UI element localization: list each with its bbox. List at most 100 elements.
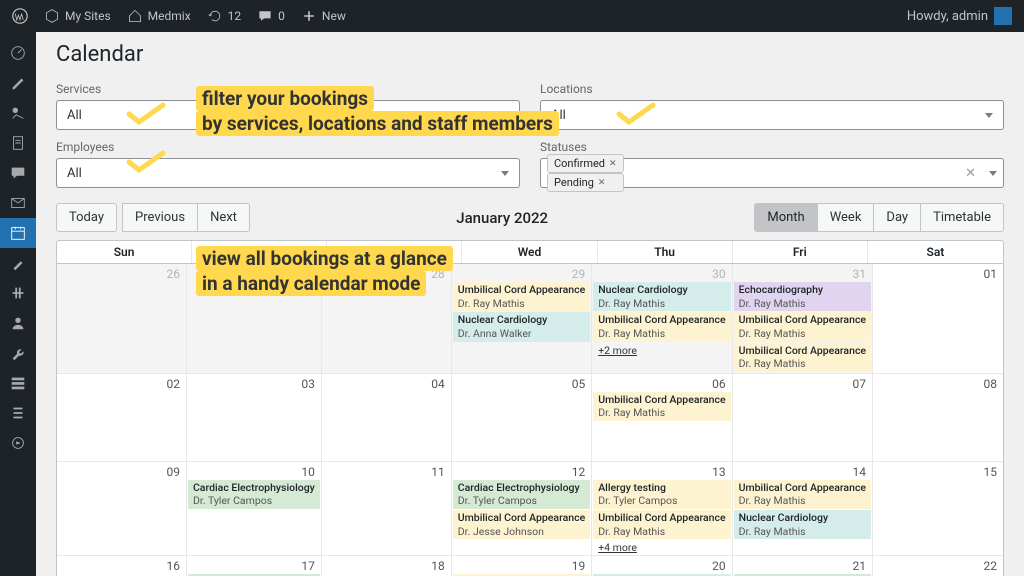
calendar-event[interactable]: Allergy testingDr. Tyler Campos	[593, 480, 730, 509]
my-sites-link[interactable]: My Sites	[44, 8, 111, 24]
calendar-cell[interactable]: 18	[322, 556, 452, 576]
calendar-cell[interactable]: 09	[57, 462, 187, 557]
day-header: Thu	[598, 241, 733, 263]
calendar-cell[interactable]: 13Allergy testingDr. Tyler CamposUmbilic…	[592, 462, 732, 557]
side-tools[interactable]	[0, 338, 36, 368]
side-media[interactable]	[0, 98, 36, 128]
calendar-cell[interactable]: 28	[322, 264, 452, 374]
employees-select[interactable]: All	[56, 158, 520, 188]
chevron-down-icon	[985, 113, 993, 118]
calendar-cell[interactable]: 02	[57, 374, 187, 462]
day-number: 01	[984, 267, 998, 281]
calendar-cell[interactable]: 08	[873, 374, 1003, 462]
day-header: Fri	[733, 241, 868, 263]
calendar-cell[interactable]: 21Cardiac ElectrophysiologyDr. Ray Mathi…	[733, 556, 873, 576]
calendar-event[interactable]: Umbilical Cord AppearanceDr. Ray Mathis	[453, 282, 590, 311]
timetable-view-button[interactable]: Timetable	[920, 203, 1004, 232]
calendar-event[interactable]: Umbilical Cord AppearanceDr. Ray Mathis	[734, 480, 871, 509]
day-number: 08	[984, 377, 998, 391]
calendar-event[interactable]: Umbilical Cord AppearanceDr. Ray Mathis	[734, 343, 871, 372]
statuses-label: Statuses	[540, 140, 1004, 154]
calendar-event[interactable]: Nuclear CardiologyDr. Anna Walker	[453, 312, 590, 341]
side-pages[interactable]	[0, 128, 36, 158]
next-button[interactable]: Next	[197, 203, 250, 232]
wp-logo[interactable]	[12, 8, 28, 24]
side-plugins[interactable]	[0, 278, 36, 308]
side-comments[interactable]	[0, 158, 36, 188]
calendar-cell[interactable]: 19Umbilical Cord AppearanceDr. Ray Mathi…	[452, 556, 592, 576]
calendar-cell[interactable]: 27	[187, 264, 322, 374]
side-calendar[interactable]	[0, 218, 36, 248]
calendar-cell[interactable]: 29Umbilical Cord AppearanceDr. Ray Mathi…	[452, 264, 592, 374]
calendar-event[interactable]: Umbilical Cord AppearanceDr. Ray Mathis	[734, 312, 871, 341]
day-view-button[interactable]: Day	[873, 203, 921, 232]
today-button[interactable]: Today	[56, 203, 117, 232]
calendar-cell[interactable]: 10Cardiac ElectrophysiologyDr. Tyler Cam…	[187, 462, 322, 557]
side-settings[interactable]	[0, 368, 36, 398]
day-number: 04	[431, 377, 445, 391]
howdy-user[interactable]: Howdy, admin	[907, 7, 1012, 25]
week-view-button[interactable]: Week	[817, 203, 875, 232]
day-number: 26	[166, 267, 180, 281]
more-events-link[interactable]: +4 more	[593, 540, 730, 555]
calendar-cell[interactable]: 11	[322, 462, 452, 557]
calendar-cell[interactable]: 20Nuclear CardiologyDr. Anna Walker	[592, 556, 732, 576]
side-misc1[interactable]	[0, 398, 36, 428]
calendar-cell[interactable]: 31EchocardiographyDr. Ray MathisUmbilica…	[733, 264, 873, 374]
comments-link[interactable]: 0	[257, 8, 285, 24]
site-name-link[interactable]: Medmix	[127, 8, 191, 24]
statuses-select[interactable]: Confirmed ✕Pending ✕ ✕	[540, 158, 1004, 188]
side-users[interactable]	[0, 308, 36, 338]
calendar-cell[interactable]: 04	[322, 374, 452, 462]
day-number: 06	[712, 377, 726, 391]
refresh-link[interactable]: 12	[207, 8, 242, 24]
calendar-event[interactable]: Cardiac ElectrophysiologyDr. Tyler Campo…	[188, 480, 320, 509]
calendar-cell[interactable]: 15	[873, 462, 1003, 557]
calendar-cell[interactable]: 01	[873, 264, 1003, 374]
calendar-cell[interactable]: 14Umbilical Cord AppearanceDr. Ray Mathi…	[733, 462, 873, 557]
calendar-cell[interactable]: 05	[452, 374, 592, 462]
day-number: 13	[712, 465, 726, 479]
new-link[interactable]: New	[301, 8, 346, 24]
calendar-cell[interactable]: 16	[57, 556, 187, 576]
calendar-cell[interactable]: 17Cardiac ElectrophysiologyDr. Ray Mathi…	[187, 556, 322, 576]
more-events-link[interactable]: +2 more	[593, 343, 730, 358]
day-header: Mon	[192, 241, 327, 263]
calendar-event[interactable]: Umbilical Cord AppearanceDr. Ray Mathis	[593, 312, 730, 341]
tag-remove-icon[interactable]: ✕	[598, 178, 606, 188]
clear-icon[interactable]: ✕	[965, 166, 976, 181]
status-tag[interactable]: Confirmed ✕	[547, 154, 624, 173]
calendar-cell[interactable]: 12Cardiac ElectrophysiologyDr. Tyler Cam…	[452, 462, 592, 557]
calendar-cell[interactable]: 03	[187, 374, 322, 462]
services-label: Services	[56, 82, 520, 96]
calendar-event[interactable]: Cardiac ElectrophysiologyDr. Tyler Campo…	[453, 480, 590, 509]
calendar-event[interactable]: Umbilical Cord AppearanceDr. Jesse Johns…	[453, 510, 590, 539]
calendar-event[interactable]: EchocardiographyDr. Ray Mathis	[734, 282, 871, 311]
calendar-cell[interactable]: 06Umbilical Cord AppearanceDr. Ray Mathi…	[592, 374, 732, 462]
side-posts[interactable]	[0, 68, 36, 98]
tag-remove-icon[interactable]: ✕	[609, 159, 617, 169]
calendar-event[interactable]: Umbilical Cord AppearanceDr. Ray Mathis	[593, 392, 730, 421]
calendar-cell[interactable]: 30Nuclear CardiologyDr. Ray MathisUmbili…	[592, 264, 732, 374]
calendar-cell[interactable]: 22	[873, 556, 1003, 576]
services-select[interactable]: All	[56, 100, 520, 130]
side-misc2[interactable]	[0, 428, 36, 458]
calendar-cell[interactable]: 07	[733, 374, 873, 462]
month-view-button[interactable]: Month	[754, 203, 817, 232]
day-number: 03	[301, 377, 315, 391]
prev-button[interactable]: Previous	[122, 203, 198, 232]
employees-label: Employees	[56, 140, 520, 154]
calendar-event[interactable]: Nuclear CardiologyDr. Ray Mathis	[734, 510, 871, 539]
day-number: 15	[984, 465, 998, 479]
side-appearance[interactable]	[0, 248, 36, 278]
calendar-event[interactable]: Umbilical Cord AppearanceDr. Ray Mathis	[593, 510, 730, 539]
day-number: 09	[166, 465, 180, 479]
status-tag[interactable]: Pending ✕	[547, 173, 624, 192]
locations-select[interactable]: All	[540, 100, 1004, 130]
calendar-cell[interactable]: 26	[57, 264, 187, 374]
calendar-event[interactable]: Nuclear CardiologyDr. Ray Mathis	[593, 282, 730, 311]
side-mail[interactable]	[0, 188, 36, 218]
day-header: Wed	[462, 241, 597, 263]
page-title: Calendar	[56, 42, 1004, 67]
side-dashboard[interactable]	[0, 38, 36, 68]
